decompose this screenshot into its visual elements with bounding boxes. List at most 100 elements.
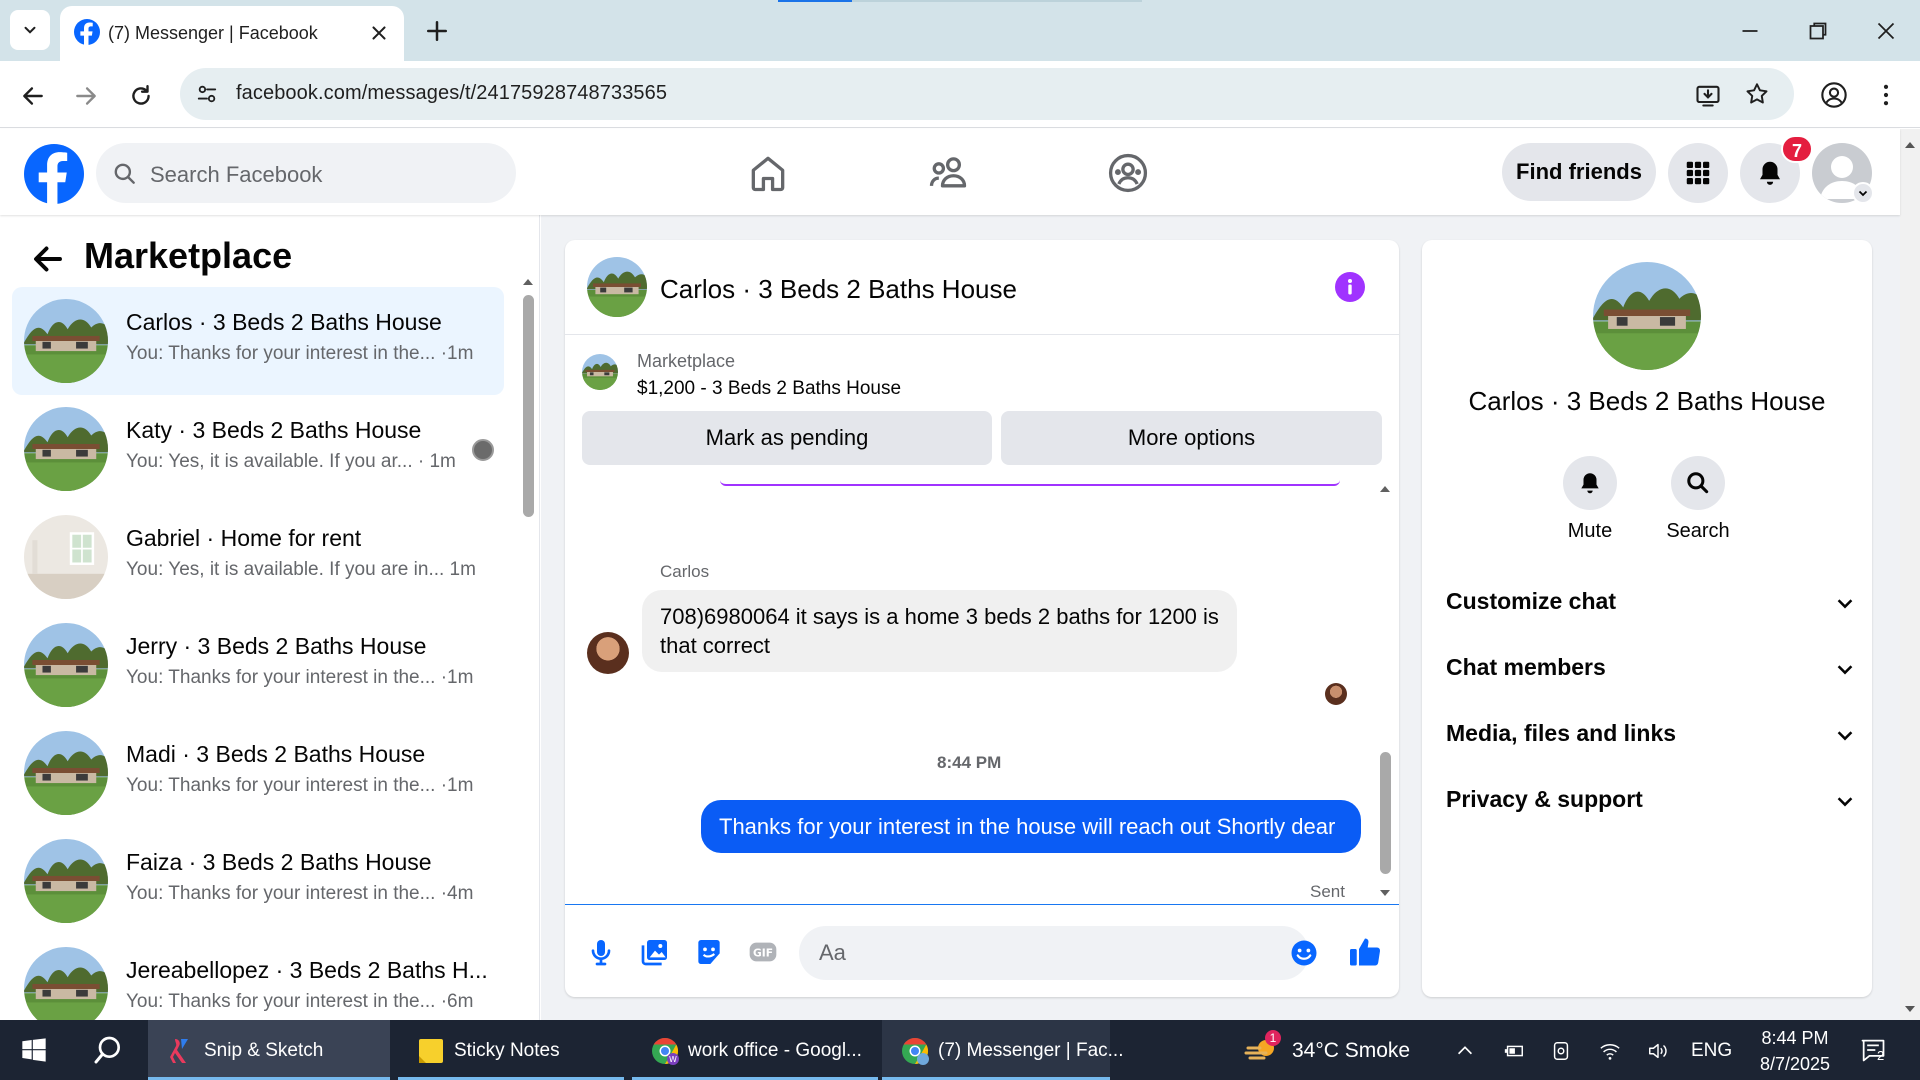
chat-avatar [24, 515, 108, 599]
chat-list-item[interactable]: Katy · 3 Beds 2 Baths House You: Yes, it … [12, 395, 504, 503]
close-tab-icon[interactable] [368, 22, 390, 44]
panel-title: Marketplace [84, 235, 293, 276]
find-friends-button[interactable]: Find friends [1502, 143, 1656, 201]
message-input[interactable] [799, 926, 1309, 980]
facebook-search-input[interactable]: Search Facebook [96, 143, 516, 203]
taskbar-app-snip-sketch[interactable]: Snip & Sketch [148, 1020, 390, 1080]
chat-members-section[interactable]: Chat members [1446, 642, 1856, 692]
chat-info-name: Carlos · 3 Beds 2 Baths House [1468, 386, 1826, 416]
chat-avatar [24, 839, 108, 923]
section-label: Chat members [1446, 654, 1606, 680]
url-text[interactable]: facebook.com/messages/t/2417592874873356… [236, 82, 667, 105]
chat-list-item[interactable]: Madi · 3 Beds 2 Baths House You: Thanks f… [12, 719, 504, 827]
mark-as-pending-button[interactable]: Mark as pending [582, 411, 992, 465]
privacy-support-section[interactable]: Privacy & support [1446, 774, 1856, 824]
restore-icon[interactable] [1803, 16, 1833, 46]
sender-name: Carlos [660, 562, 710, 581]
chrome-icon: W [652, 1037, 679, 1065]
minimize-icon[interactable] [1735, 16, 1765, 46]
back-icon[interactable] [20, 83, 46, 109]
chat-info-avatar[interactable] [1593, 262, 1701, 370]
reload-icon[interactable] [128, 83, 154, 109]
tab-search-dropdown-button[interactable] [10, 10, 50, 50]
taskbar-app-chrome-messenger[interactable]: (7) Messenger | Fac... [882, 1020, 1124, 1080]
sticker-icon[interactable] [693, 936, 725, 968]
address-bar[interactable]: facebook.com/messages/t/2417592874873356… [180, 68, 1794, 120]
home-icon[interactable] [746, 151, 790, 195]
taskbar-search-icon[interactable] [92, 1034, 124, 1066]
more-options-button[interactable]: More options [1001, 411, 1382, 465]
chat-list-item[interactable]: Carlos · 3 Beds 2 Baths House You: Thanks… [12, 287, 504, 395]
mute-button[interactable]: Mute [1540, 456, 1640, 543]
volume-icon[interactable] [1646, 1040, 1670, 1062]
windows-start-icon[interactable] [20, 1036, 48, 1064]
clock-date[interactable]: 8/7/2025 [1752, 1054, 1838, 1075]
chat-list-item[interactable]: Faiza · 3 Beds 2 Baths House You: Thanks … [12, 827, 504, 935]
listing-thumbnail[interactable] [582, 354, 618, 390]
chat-list-item[interactable]: Jerry · 3 Beds 2 Baths House You: Thanks … [12, 611, 504, 719]
taskbar-app-chrome-work[interactable]: W work office - Googl... [632, 1020, 878, 1080]
scroll-up-icon [523, 279, 533, 285]
media-files-links-section[interactable]: Media, files and links [1446, 708, 1856, 758]
chat-preview: You: Thanks for your interest in the... … [126, 667, 474, 688]
back-arrow-icon[interactable] [30, 241, 66, 277]
meet-now-icon[interactable] [1550, 1040, 1572, 1062]
scroll-thumb[interactable] [523, 295, 534, 517]
chat-list-item[interactable]: Gabriel · Home for rent You: Yes, it is a… [12, 503, 504, 611]
battery-icon[interactable] [1502, 1040, 1526, 1062]
account-menu-chevron-icon[interactable] [1852, 182, 1874, 204]
bookmark-star-icon[interactable] [1744, 81, 1770, 107]
conversation-avatar[interactable] [587, 257, 647, 317]
section-label: Privacy & support [1446, 786, 1643, 812]
new-tab-icon[interactable] [422, 16, 452, 46]
bell-icon [1760, 161, 1780, 185]
listing-title[interactable]: $1,200 - 3 Beds 2 Baths House [637, 378, 901, 400]
site-settings-icon[interactable] [196, 83, 218, 105]
conversation-info-button[interactable] [1335, 272, 1365, 302]
customize-chat-section[interactable]: Customize chat [1446, 576, 1856, 626]
groups-icon[interactable] [1106, 151, 1150, 195]
photo-gallery-icon[interactable] [639, 936, 671, 968]
search-in-chat-button[interactable]: Search [1648, 456, 1748, 543]
chat-name: Madi · 3 Beds 2 Baths House [126, 741, 426, 767]
outgoing-message-bubble[interactable]: Thanks for your interest in the house wi… [701, 800, 1361, 853]
seen-indicator-avatar [472, 439, 494, 461]
taskbar-app-sticky-notes[interactable]: Sticky Notes [398, 1020, 624, 1080]
gif-icon[interactable]: GIF [747, 936, 779, 968]
profile-icon[interactable] [1820, 81, 1848, 109]
message-thread[interactable]: Carlos 708)6980064 it says is a home 3 b… [565, 480, 1399, 905]
input-language[interactable]: ENG [1691, 1040, 1732, 1062]
chat-preview: You: Thanks for your interest in the... … [126, 883, 474, 904]
wifi-icon[interactable] [1598, 1040, 1622, 1062]
forward-icon[interactable] [73, 83, 99, 109]
search-icon [1687, 472, 1709, 494]
microphone-icon[interactable] [585, 936, 617, 968]
sender-avatar[interactable] [587, 632, 629, 674]
thread-scrollbar[interactable] [1377, 482, 1393, 902]
page-scrollbar[interactable] [1900, 129, 1920, 1020]
close-window-icon[interactable] [1871, 16, 1901, 46]
chat-name: Carlos · 3 Beds 2 Baths House [126, 309, 442, 335]
scroll-thumb[interactable] [1380, 752, 1391, 874]
thumbs-up-icon[interactable] [1347, 934, 1383, 970]
install-app-icon[interactable] [1694, 81, 1722, 109]
clock-time[interactable]: 8:44 PM [1752, 1028, 1838, 1049]
bell-icon [1581, 473, 1599, 494]
emoji-icon[interactable] [1289, 938, 1319, 968]
friends-icon[interactable] [926, 151, 970, 195]
chat-list-scrollbar[interactable] [520, 275, 536, 1005]
menu-grid-button[interactable] [1668, 143, 1728, 203]
chat-preview: You: Yes, it is available. If you are in… [126, 559, 476, 580]
chat-list-item[interactable]: Jereabellopez · 3 Beds 2 Baths H... You: … [12, 935, 504, 1020]
facebook-logo-icon[interactable] [24, 144, 84, 204]
incoming-message-bubble[interactable]: 708)6980064 it says is a home 3 beds 2 b… [642, 590, 1237, 672]
browser-menu-icon[interactable] [1872, 81, 1900, 109]
weather-text[interactable]: 34°C Smoke [1292, 1039, 1410, 1063]
browser-tab-active[interactable]: (7) Messenger | Facebook [60, 6, 404, 61]
browser-tab-bar: (7) Messenger | Facebook [0, 0, 1920, 61]
show-hidden-icons-chevron-icon[interactable] [1454, 1040, 1476, 1062]
chat-preview: You: Thanks for your interest in the... … [126, 343, 474, 364]
sent-status: Sent [1310, 882, 1345, 901]
conversation-title[interactable]: Carlos · 3 Beds 2 Baths House [660, 274, 1017, 305]
chat-name: Gabriel · Home for rent [126, 525, 362, 551]
